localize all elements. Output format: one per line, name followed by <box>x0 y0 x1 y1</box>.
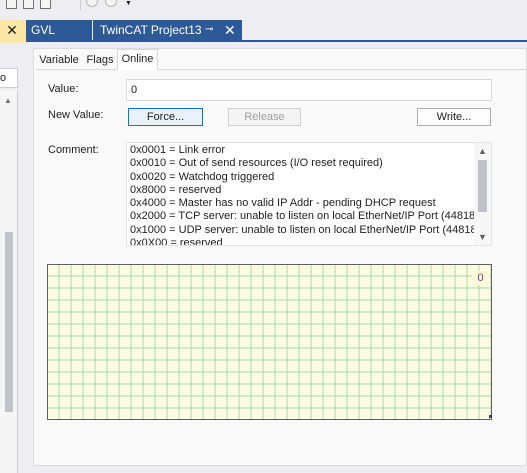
release-button[interactable]: Release <box>228 108 301 126</box>
close-icon[interactable]: ✕ <box>2 21 22 39</box>
value-chart <box>47 264 492 420</box>
left-panel-accent <box>0 40 26 43</box>
pin-icon[interactable]: ⊸ <box>205 22 213 38</box>
caret-down-icon[interactable]: ▼ <box>125 0 132 8</box>
comment-line: 0x0001 = Link error <box>130 144 226 156</box>
close-icon[interactable]: ✕ <box>224 20 236 40</box>
comment-line: 0x0X00 = reserved <box>130 237 223 246</box>
window-icon[interactable] <box>40 0 51 9</box>
toolbar-separator <box>80 0 81 10</box>
tab-gvl-label: GVL <box>31 23 56 37</box>
toolbar: ▼ <box>0 0 527 20</box>
chart-value-marker <box>489 415 492 418</box>
comment-line: 0x2000 = TCP server: unable to listen on… <box>130 210 479 223</box>
chart-current-value: 0 <box>472 271 489 285</box>
force-button[interactable]: Force... <box>128 108 203 126</box>
tab-variable[interactable]: Variable <box>37 51 81 69</box>
comment-line: 0x4000 = Master has no valid IP Addr - p… <box>130 197 436 210</box>
new-value-label: New Value: <box>48 109 104 121</box>
comment-scroll-thumb[interactable] <box>478 160 487 212</box>
tab-flags[interactable]: Flags <box>82 51 118 69</box>
comment-lines: 0x0001 = Link error 0x0010 = Out of send… <box>130 144 481 246</box>
tab-online[interactable]: Online <box>117 49 158 70</box>
comment-textbox[interactable]: 0x0001 = Link error 0x0010 = Out of send… <box>126 142 492 246</box>
value-label: Value: <box>48 83 79 95</box>
tab-twincat-project-label: TwinCAT Project13 <box>100 23 202 37</box>
window-icon[interactable] <box>6 0 17 9</box>
write-button[interactable]: Write... <box>417 108 491 126</box>
comment-line: 0x0010 = Out of send resources (I/O rese… <box>130 157 383 170</box>
left-panel-combo-text: o <box>0 72 7 84</box>
scroll-up-icon[interactable]: ▲ <box>478 146 487 156</box>
scroll-up-icon[interactable]: ▲ <box>4 96 12 105</box>
value-field: 0 <box>126 79 492 101</box>
comment-label: Comment: <box>48 144 99 156</box>
scroll-down-icon[interactable]: ▼ <box>478 232 487 242</box>
comment-line: 0x0020 = Watchdog triggered <box>130 170 275 183</box>
tab-strip-border <box>36 69 527 70</box>
comment-line: 0x1000 = UDP server: unable to listen on… <box>130 223 481 236</box>
left-panel-scroll-thumb[interactable] <box>5 232 13 412</box>
window-icon[interactable] <box>23 0 34 9</box>
forward-circle-icon[interactable] <box>105 0 117 7</box>
back-circle-icon[interactable] <box>86 0 98 7</box>
comment-line: 0x8000 = reserved <box>130 183 222 196</box>
chart-plot-area <box>47 264 492 420</box>
